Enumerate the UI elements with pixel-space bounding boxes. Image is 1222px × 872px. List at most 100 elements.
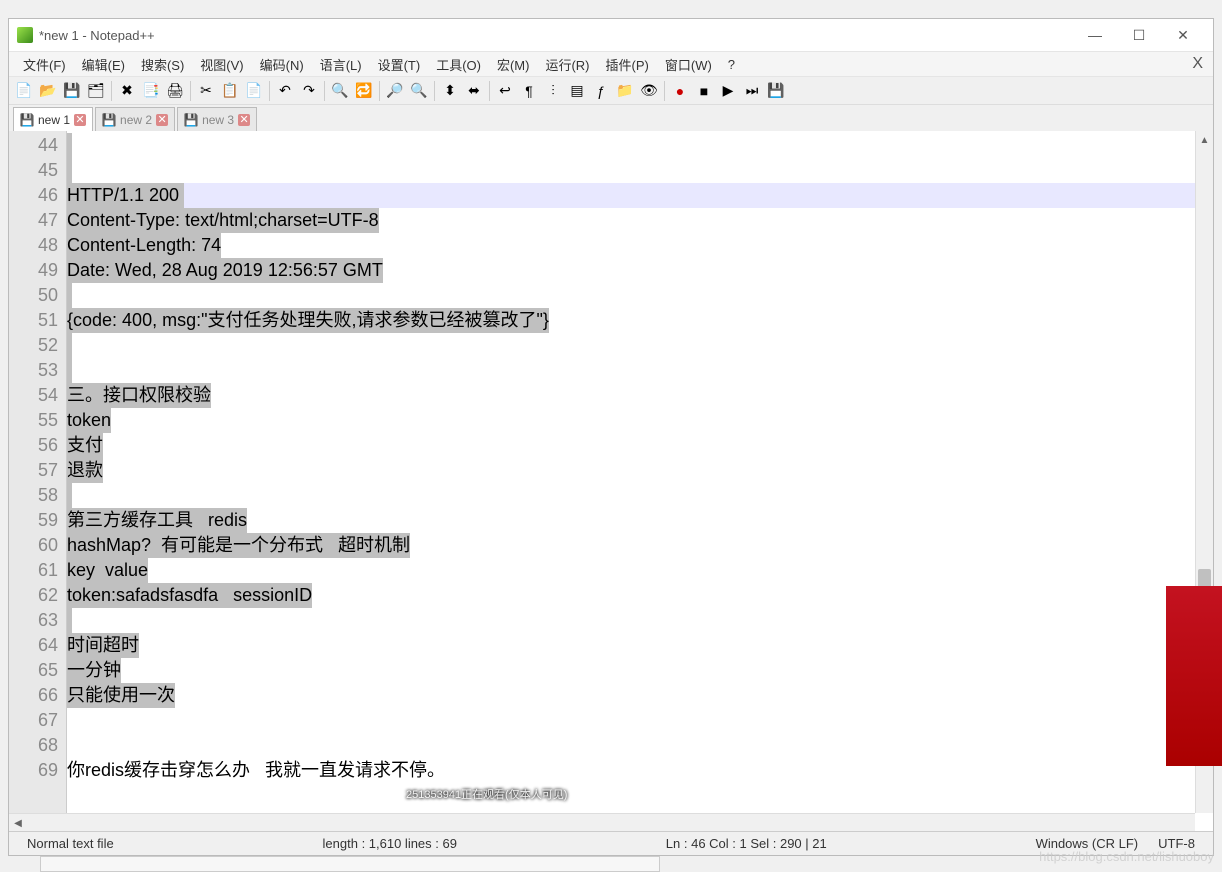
code-line[interactable]: hashMap? 有可能是一个分布式 超时机制 (67, 533, 1213, 558)
code-line[interactable]: Date: Wed, 28 Aug 2019 12:56:57 GMT (67, 258, 1213, 283)
tab-close-icon[interactable]: ✕ (74, 114, 86, 126)
code-line[interactable]: HTTP/1.1 200 (67, 183, 1213, 208)
menu-window[interactable]: 窗口(W) (657, 53, 720, 76)
tab-close-icon[interactable]: ✕ (156, 114, 168, 126)
paste-icon[interactable]: 📄 (243, 80, 265, 102)
menu-macro[interactable]: 宏(M) (489, 53, 538, 76)
tab-close-icon[interactable]: ✕ (238, 114, 250, 126)
menu-run[interactable]: 运行(R) (537, 53, 597, 76)
record-macro-icon[interactable]: ● (669, 80, 691, 102)
menu-encoding[interactable]: 编码(N) (252, 53, 312, 76)
close-all-icon[interactable]: 📑 (140, 80, 162, 102)
folder-icon[interactable]: 📁 (614, 80, 636, 102)
code-line[interactable]: 第三方缓存工具 redis (67, 508, 1213, 533)
play-macro-icon[interactable]: ▶ (717, 80, 739, 102)
code-line[interactable]: 只能使用一次 (67, 683, 1213, 708)
code-line[interactable]: 三。接口权限校验 (67, 383, 1213, 408)
indent-guide-icon[interactable]: ⫶ (542, 80, 564, 102)
close-button[interactable]: ✕ (1161, 21, 1205, 49)
minimize-button[interactable]: — (1073, 21, 1117, 49)
open-file-icon[interactable]: 📂 (37, 80, 59, 102)
line-number: 59 (9, 508, 58, 533)
code-editor[interactable]: HTTP/1.1 200 Content-Type: text/html;cha… (67, 131, 1213, 831)
line-number: 47 (9, 208, 58, 233)
find-icon[interactable]: 🔍 (329, 80, 351, 102)
zoom-in-icon[interactable]: 🔎 (384, 80, 406, 102)
code-line[interactable]: 时间超时 (67, 633, 1213, 658)
new-file-icon[interactable]: 📄 (13, 80, 35, 102)
code-line[interactable]: key value (67, 558, 1213, 583)
all-chars-icon[interactable]: ¶ (518, 80, 540, 102)
maximize-button[interactable]: ☐ (1117, 21, 1161, 49)
func-list-icon[interactable]: ƒ (590, 80, 612, 102)
save-all-icon[interactable]: 🗂 (85, 80, 107, 102)
undo-icon[interactable]: ↶ (274, 80, 296, 102)
code-line[interactable] (67, 283, 1213, 308)
menu-file[interactable]: 文件(F) (15, 53, 74, 76)
redo-icon[interactable]: ↷ (298, 80, 320, 102)
tab-new-1[interactable]: 💾new 1✕ (13, 107, 93, 131)
code-line[interactable]: token:safadsfasdfa sessionID (67, 583, 1213, 608)
background-window-strip (40, 856, 660, 872)
status-enc: UTF-8 (1148, 836, 1205, 851)
close-file-icon[interactable]: ✖ (116, 80, 138, 102)
tab-new-2[interactable]: 💾new 2✕ (95, 107, 175, 131)
code-line[interactable]: 支付 (67, 433, 1213, 458)
replay-macro-icon[interactable]: ⏭ (741, 80, 763, 102)
menu-help[interactable]: ? (720, 55, 743, 74)
code-line[interactable] (67, 358, 1213, 383)
code-line[interactable]: {code: 400, msg:"支付任务处理失败,请求参数已经被篡改了"} (67, 308, 1213, 333)
code-line[interactable] (67, 733, 1213, 758)
line-number: 67 (9, 708, 58, 733)
menu-edit[interactable]: 编辑(E) (74, 53, 133, 76)
copy-icon[interactable]: 📋 (219, 80, 241, 102)
scroll-left-icon[interactable]: ◀ (9, 814, 27, 831)
close-doc-button[interactable]: X (1192, 55, 1203, 73)
code-line[interactable]: 一分钟 (67, 658, 1213, 683)
window-controls: — ☐ ✕ (1073, 21, 1205, 49)
line-number: 56 (9, 433, 58, 458)
replace-icon[interactable]: 🔁 (353, 80, 375, 102)
menu-language[interactable]: 语言(L) (312, 53, 370, 76)
titlebar: *new 1 - Notepad++ — ☐ ✕ (9, 19, 1213, 51)
doc-map-icon[interactable]: ▤ (566, 80, 588, 102)
code-line[interactable]: Content-Length: 74 (67, 233, 1213, 258)
menu-plugins[interactable]: 插件(P) (598, 53, 657, 76)
line-number: 52 (9, 333, 58, 358)
code-line[interactable]: 退款 (67, 458, 1213, 483)
menu-tools[interactable]: 工具(O) (428, 53, 489, 76)
code-line[interactable] (67, 133, 1213, 158)
line-number: 58 (9, 483, 58, 508)
menu-settings[interactable]: 设置(T) (370, 53, 429, 76)
sync-v-icon[interactable]: ⬍ (439, 80, 461, 102)
separator (489, 81, 490, 101)
print-icon[interactable]: 🖨 (164, 80, 186, 102)
line-number: 64 (9, 633, 58, 658)
monitor-icon[interactable]: 👁 (638, 80, 660, 102)
cut-icon[interactable]: ✂ (195, 80, 217, 102)
zoom-out-icon[interactable]: 🔍 (408, 80, 430, 102)
horizontal-scrollbar[interactable]: ◀ (9, 813, 1195, 831)
separator (269, 81, 270, 101)
code-line[interactable] (67, 483, 1213, 508)
stop-macro-icon[interactable]: ■ (693, 80, 715, 102)
code-line[interactable] (67, 333, 1213, 358)
menu-view[interactable]: 视图(V) (192, 53, 251, 76)
wordwrap-icon[interactable]: ↩ (494, 80, 516, 102)
tab-label: new 1 (38, 113, 70, 127)
save-macro-icon[interactable]: 💾 (765, 80, 787, 102)
separator (664, 81, 665, 101)
code-line[interactable] (67, 708, 1213, 733)
line-number: 65 (9, 658, 58, 683)
sync-h-icon[interactable]: ⬌ (463, 80, 485, 102)
tab-new-3[interactable]: 💾new 3✕ (177, 107, 257, 131)
menu-search[interactable]: 搜索(S) (133, 53, 192, 76)
code-line[interactable] (67, 608, 1213, 633)
save-icon[interactable]: 💾 (61, 80, 83, 102)
scroll-up-icon[interactable]: ▲ (1196, 131, 1213, 149)
code-line[interactable]: token (67, 408, 1213, 433)
code-line[interactable]: 你redis缓存击穿怎么办 我就一直发请求不停。 (67, 758, 1213, 783)
code-line[interactable]: Content-Type: text/html;charset=UTF-8 (67, 208, 1213, 233)
code-line[interactable] (67, 158, 1213, 183)
line-gutter: 4445464748495051525354555657585960616263… (9, 131, 67, 831)
